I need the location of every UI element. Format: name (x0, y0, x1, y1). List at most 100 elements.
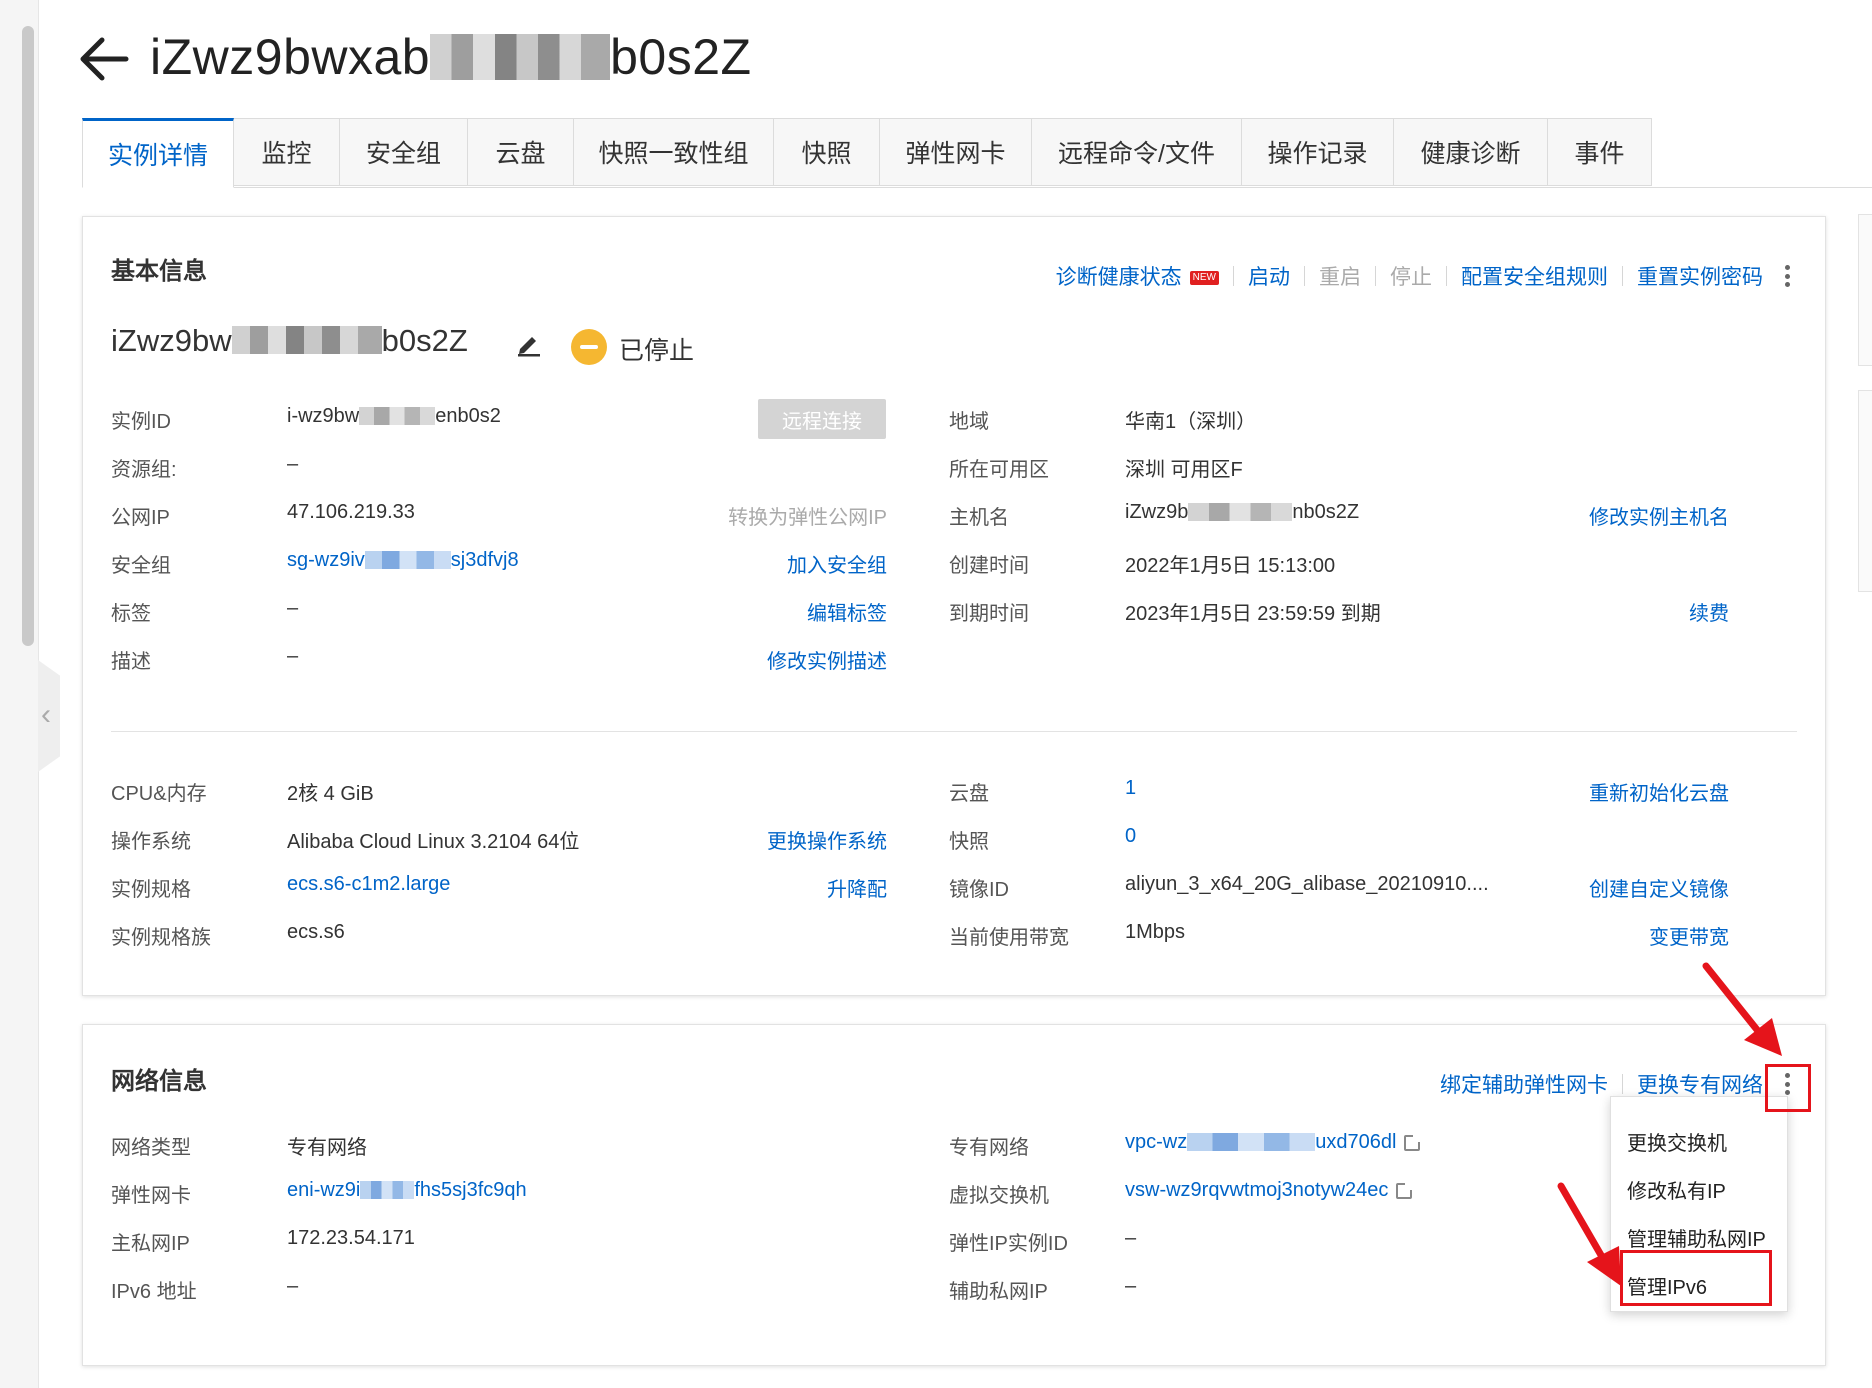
edit-description-link[interactable]: 修改实例描述 (767, 645, 887, 674)
security-group-link[interactable]: sg-wz9iv sj3dfvj8 (287, 549, 519, 572)
annotation-arrow-icon (1702, 962, 1782, 1056)
edit-tags-link[interactable]: 编辑标签 (807, 597, 887, 626)
network-type-label: 网络类型 (111, 1137, 191, 1159)
tab-security-group[interactable]: 安全组 (340, 118, 468, 186)
basic-info-card: 基本信息 诊断健康状态 NEW 启动 重启 停止 配置安全组规则 重置实例密码 i… (82, 216, 1826, 996)
change-bandwidth-link[interactable]: 变更带宽 (1649, 921, 1729, 950)
tab-snapshot-consistency-group[interactable]: 快照一致性组 (574, 118, 774, 186)
menu-item-change-vswitch[interactable]: 更换交换机 (1627, 1127, 1727, 1156)
os-value: Alibaba Cloud Linux 3.2104 64位 (287, 831, 580, 853)
eip-id-label: 弹性IP实例ID (949, 1233, 1068, 1255)
separator (1446, 266, 1447, 286)
hostname-value: iZwz9b nb0s2Z (1125, 501, 1359, 524)
change-os-link[interactable]: 更换操作系统 (767, 825, 887, 854)
tab-bar: 实例详情 监控 安全组 云盘 快照一致性组 快照 弹性网卡 远程命令/文件 操作… (82, 118, 1652, 188)
scrollbar-thumb[interactable] (22, 26, 34, 646)
redacted-mosaic (231, 325, 382, 354)
tab-instance-details[interactable]: 实例详情 (82, 118, 234, 188)
tab-eni[interactable]: 弹性网卡 (880, 118, 1032, 186)
instance-name-prefix: iZwz9bw (111, 323, 232, 358)
redacted-blur (1188, 502, 1293, 521)
bandwidth-label: 当前使用带宽 (949, 927, 1069, 949)
convert-eip-link: 转换为弹性公网IP (728, 507, 887, 529)
menu-item-modify-private-ip[interactable]: 修改私有IP (1627, 1175, 1726, 1204)
tab-operation-log[interactable]: 操作记录 (1242, 118, 1394, 186)
vpc-suffix: uxd706dl (1315, 1131, 1397, 1153)
redacted-blur (1187, 1132, 1316, 1151)
edit-pencil-icon[interactable] (515, 329, 543, 357)
private-ip-value: 172.23.54.171 (287, 1227, 415, 1249)
join-security-group-link[interactable]: 加入安全组 (787, 549, 887, 578)
start-link[interactable]: 启动 (1248, 261, 1290, 291)
tab-monitoring[interactable]: 监控 (234, 118, 340, 186)
external-link-icon (1396, 1181, 1414, 1199)
tab-events[interactable]: 事件 (1548, 118, 1652, 186)
spec-value-link[interactable]: ecs.s6-c1m2.large (287, 873, 450, 896)
hostname-label: 主机名 (949, 507, 1009, 529)
right-side-panel-tab-2[interactable] (1858, 390, 1872, 592)
reset-password-link[interactable]: 重置实例密码 (1637, 261, 1763, 291)
eni-suffix: fhs5sj3fc9qh (414, 1179, 527, 1201)
security-group-suffix: sj3dfvj8 (450, 549, 519, 571)
image-id-value: aliyun_3_x64_20G_alibase_20210910.... (1125, 873, 1489, 895)
image-id-label: 镜像ID (949, 879, 1009, 901)
resource-group-label: 资源组: (111, 459, 177, 481)
right-side-panel-tab[interactable] (1858, 214, 1872, 366)
diagnose-label: 诊断健康状态 (1055, 266, 1182, 289)
page-title: iZwz9bwxab b0s2Z (150, 22, 752, 92)
cpu-mem-value: 2核 4 GiB (287, 783, 374, 805)
collapse-sidebar-button[interactable]: ‹ (38, 660, 60, 772)
network-type-value: 专有网络 (287, 1137, 367, 1159)
created-value: 2022年1月5日 15:13:00 (1125, 555, 1336, 577)
bind-eni-link[interactable]: 绑定辅助弹性网卡 (1440, 1069, 1608, 1099)
back-arrow-icon[interactable] (78, 34, 130, 84)
change-vpc-link[interactable]: 更换专有网络 (1637, 1069, 1763, 1099)
vpc-label: 专有网络 (949, 1137, 1029, 1159)
bandwidth-value: 1Mbps (1125, 921, 1186, 943)
renew-link[interactable]: 续费 (1689, 597, 1729, 626)
disk-label: 云盘 (949, 783, 989, 805)
instance-id-value: i-wz9bw enb0s2 (287, 405, 501, 428)
security-group-label: 安全组 (111, 555, 171, 577)
reinit-disk-link[interactable]: 重新初始化云盘 (1589, 777, 1729, 806)
stopped-status-icon (571, 329, 607, 365)
config-security-rules-link[interactable]: 配置安全组规则 (1461, 261, 1608, 291)
disk-count-link[interactable]: 1 (1125, 777, 1136, 800)
hostname-prefix: iZwz9b (1125, 501, 1189, 523)
eip-id-value: – (1125, 1227, 1137, 1249)
create-image-link[interactable]: 创建自定义镜像 (1589, 873, 1729, 902)
region-value: 华南1（深圳） (1125, 411, 1257, 433)
vswitch-link[interactable]: vsw-wz9rqvwtmoj3notyw24ec (1125, 1179, 1414, 1202)
eni-prefix: eni-wz9i (287, 1179, 361, 1201)
remote-connect-button: 远程连接 (758, 399, 886, 439)
created-label: 创建时间 (949, 555, 1029, 577)
public-ip-value: 47.106.219.33 (287, 501, 415, 523)
region-label: 地域 (949, 411, 989, 433)
basic-info-title: 基本信息 (111, 258, 207, 285)
instance-name-suffix: b0s2Z (381, 323, 468, 358)
tab-disks[interactable]: 云盘 (468, 118, 574, 186)
tab-snapshots[interactable]: 快照 (774, 118, 880, 186)
basic-info-actions: 诊断健康状态 NEW 启动 重启 停止 配置安全组规则 重置实例密码 (1056, 261, 1797, 291)
more-vertical-icon[interactable] (1777, 262, 1797, 290)
vpc-link[interactable]: vpc-wz uxd706dl (1125, 1131, 1422, 1154)
annotation-arrow-icon (1557, 1182, 1621, 1286)
hostname-suffix: nb0s2Z (1292, 501, 1360, 523)
eni-link[interactable]: eni-wz9i fhs5sj3fc9qh (287, 1179, 527, 1202)
tab-remote-commands[interactable]: 远程命令/文件 (1032, 118, 1242, 186)
vswitch-label: 虚拟交换机 (949, 1185, 1049, 1207)
redacted-mosaic (430, 33, 611, 80)
diagnose-health-link[interactable]: 诊断健康状态 NEW (1056, 261, 1219, 291)
vpc-prefix: vpc-wz (1125, 1131, 1188, 1153)
resource-group-value: – (287, 453, 299, 475)
redacted-blur (359, 406, 436, 425)
menu-item-manage-secondary-ip[interactable]: 管理辅助私网IP (1627, 1223, 1766, 1252)
status-text: 已停止 (619, 337, 695, 365)
snapshot-count-link[interactable]: 0 (1125, 825, 1136, 848)
tab-health-diagnosis[interactable]: 健康诊断 (1394, 118, 1548, 186)
edit-hostname-link[interactable]: 修改实例主机名 (1589, 501, 1729, 530)
redacted-blur (364, 550, 451, 569)
cpu-mem-label: CPU&内存 (111, 783, 207, 805)
public-ip-label: 公网IP (111, 507, 170, 529)
upgrade-downgrade-link[interactable]: 升降配 (827, 873, 887, 902)
